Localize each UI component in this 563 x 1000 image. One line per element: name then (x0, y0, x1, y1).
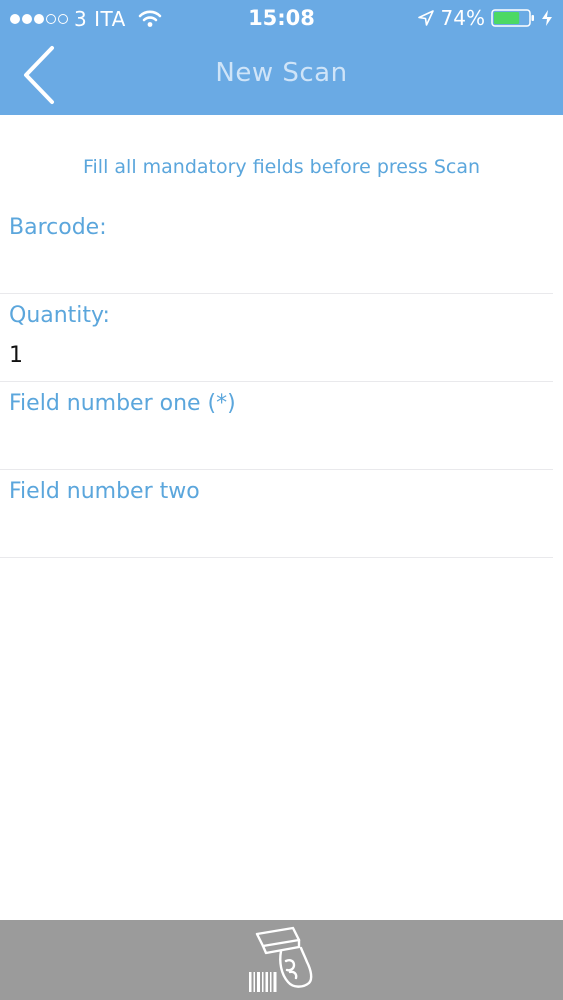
barcode-field: Barcode: (0, 205, 553, 294)
battery-icon (491, 9, 534, 27)
battery-percent: 74% (440, 6, 485, 30)
location-arrow-icon (417, 10, 434, 26)
field-number-two-input[interactable] (9, 514, 539, 548)
barcode-label: Barcode: (9, 215, 107, 240)
charging-bolt-icon (542, 10, 552, 26)
quantity-label: Quantity: (9, 303, 110, 328)
status-right: 74% (417, 6, 553, 30)
field-number-one-label: Field number one (*) (9, 391, 236, 416)
instruction-text: Fill all mandatory fields before press S… (82, 156, 481, 178)
field-number-two-label: Field number two (9, 479, 200, 504)
barcode-icon (249, 972, 277, 992)
scan-button[interactable] (241, 926, 321, 996)
page-title: New Scan (215, 58, 348, 88)
navigation-bar: New Scan (0, 38, 563, 115)
field-number-one: Field number one (*) (0, 381, 553, 470)
field-number-one-input[interactable] (9, 426, 539, 460)
quantity-input[interactable] (9, 338, 539, 372)
barcode-scanner-icon (255, 926, 313, 988)
top-bar: 3 ITA 15:08 74% New Scan (0, 0, 563, 115)
barcode-input[interactable] (9, 250, 539, 284)
field-number-two: Field number two (0, 469, 553, 558)
bottom-toolbar (0, 920, 563, 1000)
status-bar: 3 ITA 15:08 74% (0, 0, 563, 38)
quantity-field: Quantity: (0, 293, 553, 382)
